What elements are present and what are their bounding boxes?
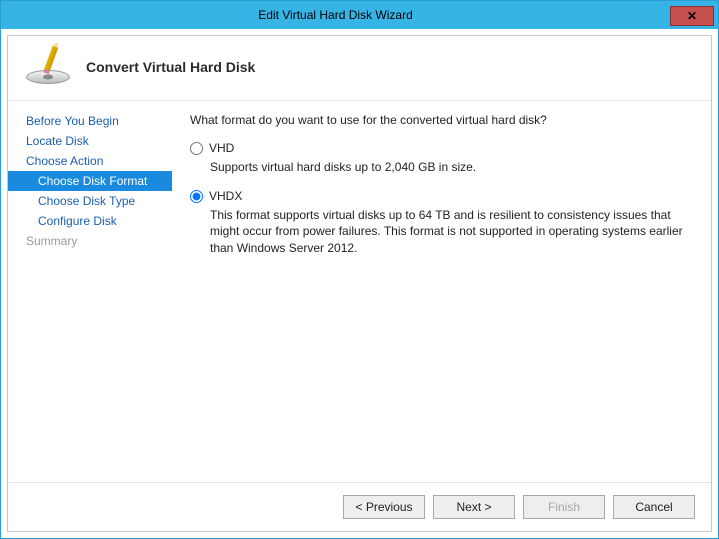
window-title: Edit Virtual Hard Disk Wizard <box>1 8 670 22</box>
sidebar-step-choose-disk-type[interactable]: Choose Disk Type <box>8 191 172 211</box>
wizard-frame: Convert Virtual Hard Disk Before You Beg… <box>7 35 712 532</box>
option-description-vhdx: This format supports virtual disks up to… <box>210 207 689 256</box>
sidebar-step-before-you-begin[interactable]: Before You Begin <box>8 111 172 131</box>
format-options: VHD Supports virtual hard disks up to 2,0… <box>190 141 689 256</box>
sidebar-step-choose-disk-format[interactable]: Choose Disk Format <box>8 171 172 191</box>
format-question: What format do you want to use for the c… <box>190 113 689 127</box>
previous-button[interactable]: < Previous <box>343 495 425 519</box>
wizard-steps-sidebar: Before You BeginLocate DiskChoose Action… <box>8 101 172 482</box>
wizard-body: Before You BeginLocate DiskChoose Action… <box>8 101 711 482</box>
sidebar-step-configure-disk[interactable]: Configure Disk <box>8 211 172 231</box>
close-icon: ✕ <box>687 9 697 23</box>
disk-pencil-icon <box>26 50 72 84</box>
option-row-vhdx: VHDX <box>190 189 689 203</box>
sidebar-step-choose-action[interactable]: Choose Action <box>8 151 172 171</box>
radio-vhd[interactable] <box>190 142 203 155</box>
sidebar-step-locate-disk[interactable]: Locate Disk <box>8 131 172 151</box>
titlebar: Edit Virtual Hard Disk Wizard ✕ <box>1 1 718 29</box>
sidebar-step-summary: Summary <box>8 231 172 251</box>
wizard-window: Edit Virtual Hard Disk Wizard ✕ Convert … <box>0 0 719 539</box>
option-label-vhd[interactable]: VHD <box>209 141 234 155</box>
option-description-vhd: Supports virtual hard disks up to 2,040 … <box>210 159 689 175</box>
radio-vhdx[interactable] <box>190 190 203 203</box>
button-bar: < Previous Next > Finish Cancel <box>8 482 711 531</box>
option-row-vhd: VHD <box>190 141 689 155</box>
page-title: Convert Virtual Hard Disk <box>86 59 255 75</box>
wizard-header: Convert Virtual Hard Disk <box>8 36 711 101</box>
wizard-content: What format do you want to use for the c… <box>172 101 711 482</box>
finish-button[interactable]: Finish <box>523 495 605 519</box>
option-label-vhdx[interactable]: VHDX <box>209 189 242 203</box>
next-button[interactable]: Next > <box>433 495 515 519</box>
close-button[interactable]: ✕ <box>670 6 714 26</box>
cancel-button[interactable]: Cancel <box>613 495 695 519</box>
